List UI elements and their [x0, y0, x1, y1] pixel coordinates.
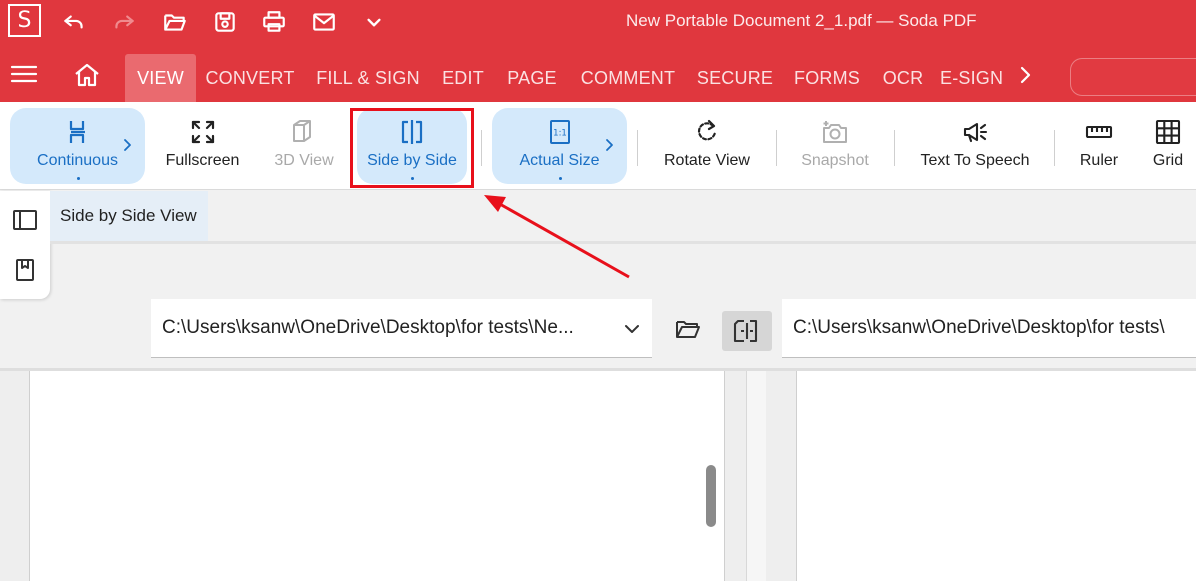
right-document-page [796, 371, 1196, 581]
chevron-right-icon[interactable] [603, 138, 615, 152]
open-file-button[interactable] [672, 313, 704, 345]
dropdown-indicator [76, 177, 80, 180]
ruler-button[interactable]: Ruler [1070, 108, 1128, 184]
toolbar-divider [1054, 130, 1055, 166]
rotate-view-button[interactable]: Rotate View [656, 108, 758, 184]
soda-pdf-logo[interactable]: S [8, 4, 41, 37]
3d-view-icon [293, 120, 311, 142]
home-icon[interactable] [73, 62, 101, 88]
actual-size-icon: 1:1 [549, 120, 570, 144]
tab-fill-and-sign[interactable]: FILL & SIGN [310, 54, 426, 102]
sync-pages-icon [733, 319, 758, 343]
view-splitter[interactable] [746, 371, 766, 581]
tab-comment[interactable]: COMMENT [573, 54, 683, 102]
open-folder-icon [676, 321, 700, 338]
dropdown-indicator [558, 177, 562, 180]
save-icon[interactable] [210, 8, 240, 36]
tab-strip-divider [50, 241, 1196, 244]
left-file-path-select[interactable]: C:\Users\ksanw\OneDrive\Desktop\for test… [151, 299, 652, 358]
chevron-down-icon[interactable] [359, 8, 389, 36]
tab-convert[interactable]: CONVERT [200, 54, 300, 102]
side-panel [0, 191, 50, 299]
fullscreen-icon [191, 120, 214, 144]
hamburger-menu-icon[interactable] [10, 62, 38, 86]
toolbar-divider [894, 130, 895, 166]
grid-icon [1155, 119, 1181, 145]
panel-toggle-icon[interactable] [12, 207, 38, 233]
megaphone-icon [963, 122, 988, 143]
tab-page[interactable]: PAGE [500, 54, 564, 102]
right-file-path-select[interactable]: C:\Users\ksanw\OneDrive\Desktop\for test… [782, 299, 1196, 358]
tab-ocr[interactable]: OCR [877, 54, 929, 102]
chevron-right-icon[interactable] [1014, 64, 1036, 86]
actual-size-button[interactable]: 1:1 Actual Size [492, 108, 627, 184]
search-input[interactable] [1070, 58, 1196, 96]
svg-text:1:1: 1:1 [553, 129, 567, 139]
continuous-button[interactable]: Continuous [10, 108, 145, 184]
left-document-page [29, 371, 725, 581]
redo-icon[interactable] [109, 8, 139, 36]
document-title: New Portable Document 2_1.pdf — Soda PDF [626, 11, 977, 30]
toolbar-divider [776, 130, 777, 166]
text-to-speech-button[interactable]: Text To Speech [912, 108, 1038, 184]
tab-view[interactable]: VIEW [125, 54, 196, 102]
camera-icon [823, 121, 847, 143]
tab-edit[interactable]: EDIT [436, 54, 490, 102]
3d-view-button[interactable]: 3D View [265, 108, 343, 184]
chevron-right-icon[interactable] [121, 138, 133, 152]
tab-forms[interactable]: FORMS [787, 54, 867, 102]
ruler-icon [1085, 125, 1113, 139]
continuous-icon [69, 121, 85, 143]
tab-e-sign[interactable]: E-SIGN [940, 54, 1006, 102]
chevron-down-icon[interactable] [623, 320, 641, 338]
toolbar-divider [637, 130, 638, 166]
open-folder-icon[interactable] [160, 8, 190, 36]
sync-scroll-button[interactable] [722, 311, 772, 351]
ribbon-tabs: VIEW CONVERT FILL & SIGN EDIT PAGE COMME… [0, 46, 1196, 102]
snapshot-button[interactable]: Snapshot [794, 108, 876, 184]
undo-icon[interactable] [59, 8, 89, 36]
fullscreen-button[interactable]: Fullscreen [160, 108, 245, 184]
rotate-icon [697, 119, 717, 141]
toolbar-divider [481, 130, 482, 166]
bookmark-icon[interactable] [12, 257, 38, 283]
email-icon[interactable] [309, 8, 339, 36]
title-bar: S New Portable Document 2_1.pdf — Soda P… [0, 0, 1196, 46]
tab-secure[interactable]: SECURE [693, 54, 777, 102]
document-tab-side-by-side[interactable]: Side by Side View [50, 191, 208, 241]
print-icon[interactable] [259, 8, 289, 36]
left-scrollbar-thumb[interactable] [706, 465, 716, 527]
grid-button[interactable]: Grid [1140, 108, 1196, 184]
highlight-box [350, 108, 474, 188]
